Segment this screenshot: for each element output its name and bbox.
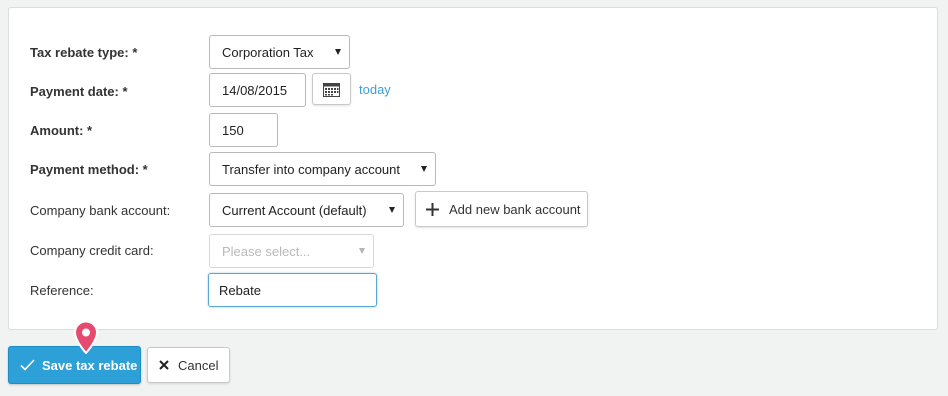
payment-date-input[interactable]: 14/08/2015: [209, 73, 306, 107]
location-pin-icon: [73, 320, 99, 354]
cancel-label: Cancel: [178, 357, 219, 373]
row-payment-method: Payment method: * Transfer into company …: [9, 152, 937, 194]
close-icon: [159, 360, 169, 370]
payment-date-value: 14/08/2015: [222, 82, 288, 98]
payment-method-label: Payment method: *: [30, 162, 148, 177]
company-bank-account-select[interactable]: Current Account (default): [209, 193, 404, 227]
check-icon: [20, 359, 35, 371]
dropdown-caret-icon: [335, 49, 341, 55]
row-payment-date: Payment date: * 14/08/2015 today: [9, 73, 937, 116]
tax-rebate-type-select[interactable]: Corporation Tax: [209, 35, 350, 69]
payment-date-label: Payment date: *: [30, 84, 128, 99]
plus-icon: [426, 202, 439, 216]
form-panel: Tax rebate type: * Corporation Tax Payme…: [8, 7, 938, 330]
reference-input[interactable]: Rebate: [208, 273, 377, 307]
reference-value: Rebate: [219, 282, 261, 298]
amount-value: 150: [222, 122, 244, 138]
row-company-bank-account: Company bank account: Current Account (d…: [9, 191, 937, 236]
company-bank-account-label: Company bank account:: [30, 203, 171, 218]
today-link[interactable]: today: [359, 82, 391, 97]
payment-method-value: Transfer into company account: [222, 161, 400, 177]
company-credit-card-select[interactable]: Please select...: [209, 234, 374, 268]
dropdown-caret-icon: [421, 166, 427, 172]
amount-label: Amount: *: [30, 123, 93, 138]
reference-label: Reference:: [30, 283, 94, 298]
row-reference: Reference: Rebate: [9, 273, 937, 316]
calendar-icon: [323, 82, 340, 97]
tax-rebate-type-label: Tax rebate type: *: [30, 45, 138, 60]
row-company-credit-card: Company credit card: Please select...: [9, 234, 937, 277]
payment-method-select[interactable]: Transfer into company account: [209, 152, 436, 186]
save-tax-rebate-label: Save tax rebate: [42, 357, 138, 373]
dropdown-caret-icon: [359, 248, 365, 254]
cancel-button[interactable]: Cancel: [147, 347, 230, 383]
dropdown-caret-icon: [389, 207, 395, 213]
add-bank-account-label: Add new bank account: [449, 201, 581, 217]
company-bank-account-value: Current Account (default): [222, 202, 367, 218]
tax-rebate-type-value: Corporation Tax: [222, 44, 314, 60]
company-credit-card-placeholder: Please select...: [222, 243, 311, 259]
row-amount: Amount: * 150: [9, 113, 937, 155]
add-bank-account-button[interactable]: Add new bank account: [415, 191, 588, 227]
row-tax-rebate-type: Tax rebate type: * Corporation Tax: [9, 35, 937, 77]
calendar-button[interactable]: [312, 73, 351, 105]
company-credit-card-label: Company credit card:: [30, 243, 154, 258]
amount-input[interactable]: 150: [209, 113, 278, 147]
